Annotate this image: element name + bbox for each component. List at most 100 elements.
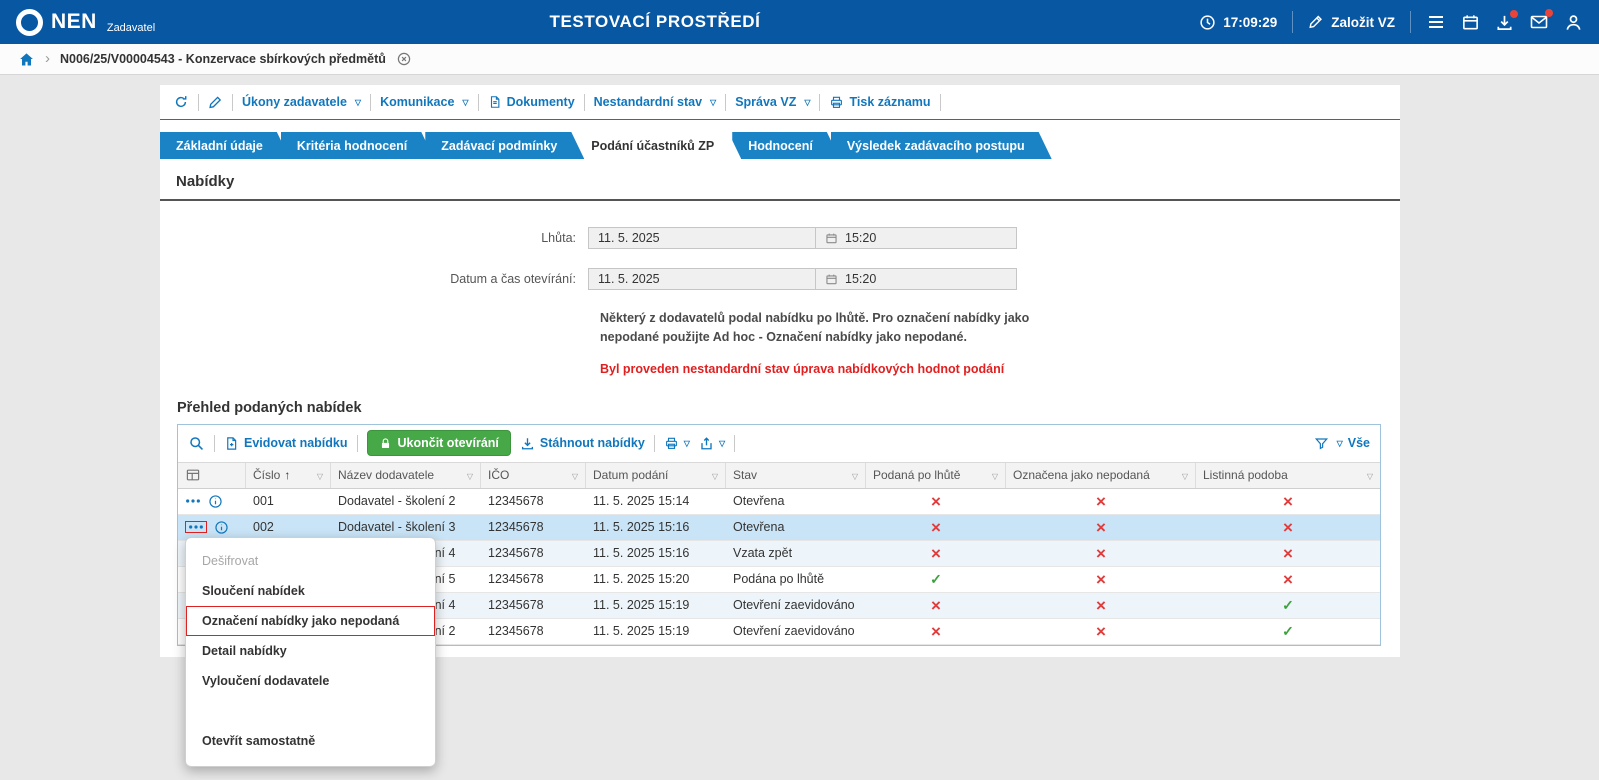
table-row[interactable]: 001 Dodavatel - školení 2 12345678 11. 5…	[178, 489, 1380, 515]
status-mark	[1096, 571, 1106, 588]
status-mark	[931, 519, 941, 536]
status-mark	[1096, 597, 1106, 614]
menu-item-detail-nabidky[interactable]: Detail nabídky	[186, 636, 435, 666]
print-menu-button[interactable]: ▽	[664, 436, 690, 451]
user-icon	[1564, 13, 1583, 32]
tab-zadavaci-podminky[interactable]: Zadávací podmínky	[425, 132, 584, 159]
printer-icon	[664, 436, 679, 451]
status-mark	[1282, 598, 1294, 613]
tab-kriteria-hodnoceni[interactable]: Kritéria hodnocení	[281, 132, 434, 159]
hamburger-menu-button[interactable]	[1426, 12, 1446, 32]
filter-dropdown-icon[interactable]	[992, 468, 998, 482]
calendar-button[interactable]	[1461, 13, 1480, 32]
search-button[interactable]	[188, 435, 205, 452]
brand-text: NEN	[51, 8, 97, 35]
filter-dropdown-icon[interactable]	[317, 468, 323, 482]
edit-record-button[interactable]	[208, 95, 223, 110]
filter-button[interactable]	[1314, 436, 1329, 451]
clock-time: 17:09:29	[1223, 15, 1277, 30]
menu-item-slouceni-nabidek[interactable]: Sloučení nabídek	[186, 576, 435, 606]
column-header-datum-podani[interactable]: Datum podání	[586, 463, 726, 488]
close-record-button[interactable]	[396, 51, 412, 67]
messages-button[interactable]	[1529, 12, 1549, 32]
home-button[interactable]	[18, 51, 35, 68]
profile-button[interactable]	[1564, 13, 1583, 32]
column-header-podana-po-lhute[interactable]: Podaná po lhůtě	[866, 463, 1006, 488]
tab-podani-ucastniku-zp[interactable]: Podání účastníků ZP	[575, 132, 741, 159]
toolbar-item-ukony-zadavatele[interactable]: Úkony zadavatele	[242, 95, 361, 109]
cell-ico: 12345678	[481, 598, 586, 612]
menu-item-vylouceni-dodavatele[interactable]: Vyloučení dodavatele	[186, 666, 435, 696]
export-menu-button[interactable]: ▽	[699, 436, 725, 451]
nen-logo-icon	[16, 9, 43, 36]
cell-stav: Otevření zaevidováno	[726, 624, 866, 638]
menu-item-desifrovat[interactable]: Dešifrovat	[186, 546, 435, 576]
menu-item-otevrit-samostatne[interactable]: Otevřít samostatně	[186, 726, 435, 756]
oteviani-label: Datum a čas otevírání:	[160, 272, 588, 286]
topbar-separator	[1410, 11, 1411, 33]
calendar-icon	[1461, 13, 1480, 32]
column-header-stav[interactable]: Stav	[726, 463, 866, 488]
column-header-listinna-podoba[interactable]: Listinná podoba	[1196, 463, 1380, 488]
tab-zakladni-udaje[interactable]: Základní údaje	[160, 132, 290, 159]
tab-vysledek-zadavaciho-postupu[interactable]: Výsledek zadávacího postupu	[831, 132, 1052, 159]
calendar-small-icon	[825, 232, 838, 245]
lhuta-date-field[interactable]: 11. 5. 2025	[588, 227, 816, 249]
create-vz-button[interactable]: Založit VZ	[1308, 14, 1395, 30]
refresh-button[interactable]	[173, 94, 189, 110]
vse-filter-button[interactable]: ▽ Vše	[1337, 436, 1370, 450]
cell-datum: 11. 5. 2025 15:16	[586, 520, 726, 534]
nen-logo[interactable]: NEN Zadavatel	[16, 8, 155, 36]
cell-stav: Otevření zaevidováno	[726, 598, 866, 612]
cell-cislo: 001	[246, 494, 331, 508]
info-icon[interactable]	[214, 520, 229, 535]
evidovat-nabidku-button[interactable]: Evidovat nabídku	[224, 436, 348, 451]
tab-hodnoceni[interactable]: Hodnocení	[732, 132, 840, 159]
cell-ico: 12345678	[481, 624, 586, 638]
cell-stav: Podána po lhůtě	[726, 572, 866, 586]
filter-dropdown-icon[interactable]	[572, 468, 578, 482]
stahnout-nabidky-button[interactable]: Stáhnout nabídky	[520, 436, 645, 451]
row-menu-button[interactable]	[185, 498, 201, 504]
breadcrumb-bar: N006/25/V00004543 - Konzervace sbírkovýc…	[0, 44, 1599, 75]
section-title: Nabídky	[160, 159, 1400, 201]
toolbar-item-komunikace[interactable]: Komunikace	[380, 95, 469, 109]
filter-dropdown-icon[interactable]	[467, 468, 473, 482]
lock-icon	[379, 437, 392, 450]
filter-dropdown-icon[interactable]	[712, 468, 718, 482]
create-vz-label: Založit VZ	[1331, 15, 1395, 30]
toolbar-item-sprava-vz[interactable]: Správa VZ	[735, 95, 810, 109]
clock-icon	[1199, 14, 1216, 31]
status-mark	[931, 597, 941, 614]
clock: 17:09:29	[1199, 14, 1277, 31]
lhuta-time-field[interactable]: 15:20	[815, 227, 1017, 249]
cell-stav: Otevřena	[726, 494, 866, 508]
cell-stav: Otevřena	[726, 520, 866, 534]
late-offer-info-text: Některý z dodavatelů podal nabídku po lh…	[600, 309, 1052, 348]
column-header-ico[interactable]: IČO	[481, 463, 586, 488]
cell-datum: 11. 5. 2025 15:19	[586, 624, 726, 638]
toolbar-item-nestandardni-stav[interactable]: Nestandardní stav	[594, 95, 717, 109]
info-icon[interactable]	[208, 494, 223, 509]
row-menu-button[interactable]	[188, 524, 204, 530]
oteviani-date-field[interactable]: 11. 5. 2025	[588, 268, 816, 290]
toolbar-item-tisk-zaznamu[interactable]: Tisk záznamu	[829, 95, 930, 110]
column-chooser[interactable]	[178, 463, 246, 488]
column-header-nazev-dodavatele[interactable]: Název dodavatele	[331, 463, 481, 488]
column-header-cislo[interactable]: Číslo↑	[246, 463, 331, 488]
downloads-button[interactable]	[1495, 13, 1514, 32]
oteviani-time-field[interactable]: 15:20	[815, 268, 1017, 290]
filter-dropdown-icon[interactable]	[852, 468, 858, 482]
download-small-icon	[520, 436, 535, 451]
document-icon	[488, 95, 502, 109]
ukoncit-otevirani-button[interactable]: Ukončit otevírání	[367, 430, 511, 456]
filter-dropdown-icon[interactable]	[1367, 468, 1373, 482]
toolbar-item-dokumenty[interactable]: Dokumenty	[488, 95, 575, 109]
status-mark	[1096, 493, 1106, 510]
cell-datum: 11. 5. 2025 15:20	[586, 572, 726, 586]
menu-item-oznaceni-nabidky-jako-nepodana[interactable]: Označení nabídky jako nepodaná	[186, 606, 435, 636]
filter-dropdown-icon[interactable]	[1182, 468, 1188, 482]
cell-datum: 11. 5. 2025 15:19	[586, 598, 726, 612]
column-header-oznacena-jako-nepodana[interactable]: Označena jako nepodaná	[1006, 463, 1196, 488]
status-mark	[931, 623, 941, 640]
